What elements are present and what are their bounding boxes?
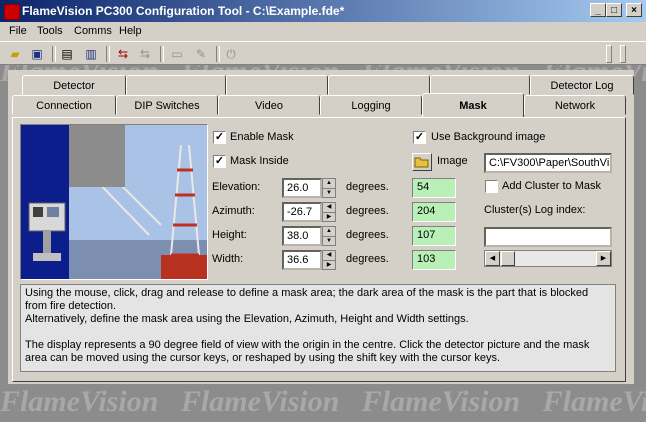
cluster-scrollbar[interactable]: ◀ ▶ xyxy=(484,250,612,267)
mask-inside-label: Mask Inside xyxy=(230,155,289,167)
add-cluster-label: Add Cluster to Mask xyxy=(502,180,602,192)
minimize-button[interactable]: _ xyxy=(590,3,606,17)
add-cluster-checkbox[interactable] xyxy=(485,180,498,193)
elevation-input[interactable]: 26.0 xyxy=(282,178,322,198)
image-label: Image xyxy=(437,155,468,167)
tab-video[interactable]: Video xyxy=(218,95,320,115)
cluster-log-label: Cluster(s) Log index: xyxy=(484,204,586,216)
detector-icon[interactable] xyxy=(21,193,73,280)
toolbar-separator xyxy=(52,46,56,62)
tab-connection[interactable]: Connection xyxy=(12,95,116,115)
menu-bar: File Tools Comms Help xyxy=(0,22,646,41)
width-label: Width: xyxy=(212,253,244,265)
toolbar: ▰ ▣ ▤ ▥ ⇆ ⇆ ▭ ✎ ⏻ xyxy=(0,41,646,65)
help-text: Using the mouse, click, drag and release… xyxy=(20,284,616,372)
tab-logging[interactable]: Logging xyxy=(320,95,422,115)
azimuth-spinner[interactable]: ◀ ▶ xyxy=(322,202,336,222)
use-background-checkbox[interactable]: ✓ xyxy=(413,131,426,144)
power-icon[interactable]: ⏻ xyxy=(222,45,240,63)
height-raw-value: 107 xyxy=(412,226,456,246)
folder-icon xyxy=(414,157,429,168)
toolbar-grip-icon xyxy=(620,45,626,63)
height-label: Height: xyxy=(212,229,247,241)
open-folder-icon[interactable]: ▰ xyxy=(6,45,24,63)
device-info-icon[interactable]: ▥ xyxy=(82,45,100,63)
tab-blank-3[interactable] xyxy=(328,75,430,95)
elevation-spinner[interactable]: ▲ ▼ xyxy=(322,178,336,198)
disconnect-icon[interactable]: ⇆ xyxy=(136,45,154,63)
tab-mask[interactable]: Mask xyxy=(422,93,524,117)
tab-detector[interactable]: Detector xyxy=(22,75,126,95)
tab-blank-2[interactable] xyxy=(226,75,328,95)
width-raw-value: 103 xyxy=(412,250,456,270)
toolbar-separator xyxy=(160,46,164,62)
tab-blank-1[interactable] xyxy=(126,75,226,95)
tab-dip-switches[interactable]: DIP Switches xyxy=(116,95,218,115)
azimuth-unit: degrees. xyxy=(346,205,389,217)
azimuth-raw-value: 204 xyxy=(412,202,456,222)
tab-detector-log[interactable]: Detector Log xyxy=(530,75,634,95)
elevation-label: Elevation: xyxy=(212,181,261,193)
height-input[interactable]: 38.0 xyxy=(282,226,322,246)
watermark-row: FlameVision FlameVision FlameVision Flam… xyxy=(0,385,646,418)
scroll-right-icon[interactable]: ▶ xyxy=(596,251,611,266)
pen-icon[interactable]: ✎ xyxy=(192,45,210,63)
window-title: FlameVision PC300 Configuration Tool - C… xyxy=(22,4,345,18)
open-image-button[interactable] xyxy=(412,153,432,171)
height-spinner[interactable]: ▲ ▼ xyxy=(322,226,336,246)
width-input[interactable]: 36.6 xyxy=(282,250,322,270)
enable-mask-checkbox[interactable]: ✓ xyxy=(213,131,226,144)
toolbar-grip-icon xyxy=(606,45,612,63)
elevation-unit: degrees. xyxy=(346,181,389,193)
maximize-button[interactable]: □ xyxy=(606,3,622,17)
title-bar: FlameVision PC300 Configuration Tool - C… xyxy=(0,0,646,22)
connect-icon[interactable]: ⇆ xyxy=(114,45,132,63)
toolbar-separator xyxy=(216,46,220,62)
menu-comms[interactable]: Comms xyxy=(74,25,112,37)
width-unit: degrees. xyxy=(346,253,389,265)
elevation-raw-value: 54 xyxy=(412,178,456,198)
menu-file[interactable]: File xyxy=(9,25,27,37)
app-icon xyxy=(4,4,20,20)
tab-blank-4[interactable] xyxy=(430,75,530,95)
use-background-label: Use Background image xyxy=(431,131,546,143)
cluster-log-input[interactable] xyxy=(484,227,612,247)
print-icon[interactable]: ▤ xyxy=(58,45,76,63)
height-unit: degrees. xyxy=(346,229,389,241)
menu-help[interactable]: Help xyxy=(119,25,142,37)
menu-tools[interactable]: Tools xyxy=(37,25,63,37)
detector-icon[interactable]: ▭ xyxy=(168,45,186,63)
toolbar-separator xyxy=(106,46,110,62)
mask-inside-checkbox[interactable]: ✓ xyxy=(213,155,226,168)
mask-preview[interactable] xyxy=(20,124,208,280)
azimuth-input[interactable]: -26.7 xyxy=(282,202,322,222)
close-button[interactable]: × xyxy=(626,3,642,17)
scroll-thumb[interactable] xyxy=(501,251,515,266)
enable-mask-label: Enable Mask xyxy=(230,131,294,143)
save-icon[interactable]: ▣ xyxy=(28,45,46,63)
tab-network[interactable]: Network xyxy=(524,95,626,115)
scroll-left-icon[interactable]: ◀ xyxy=(485,251,500,266)
image-path-input[interactable]: C:\FV300\Paper\SouthVi xyxy=(484,153,612,173)
azimuth-label: Azimuth: xyxy=(212,205,255,217)
width-spinner[interactable]: ◀ ▶ xyxy=(322,250,336,270)
